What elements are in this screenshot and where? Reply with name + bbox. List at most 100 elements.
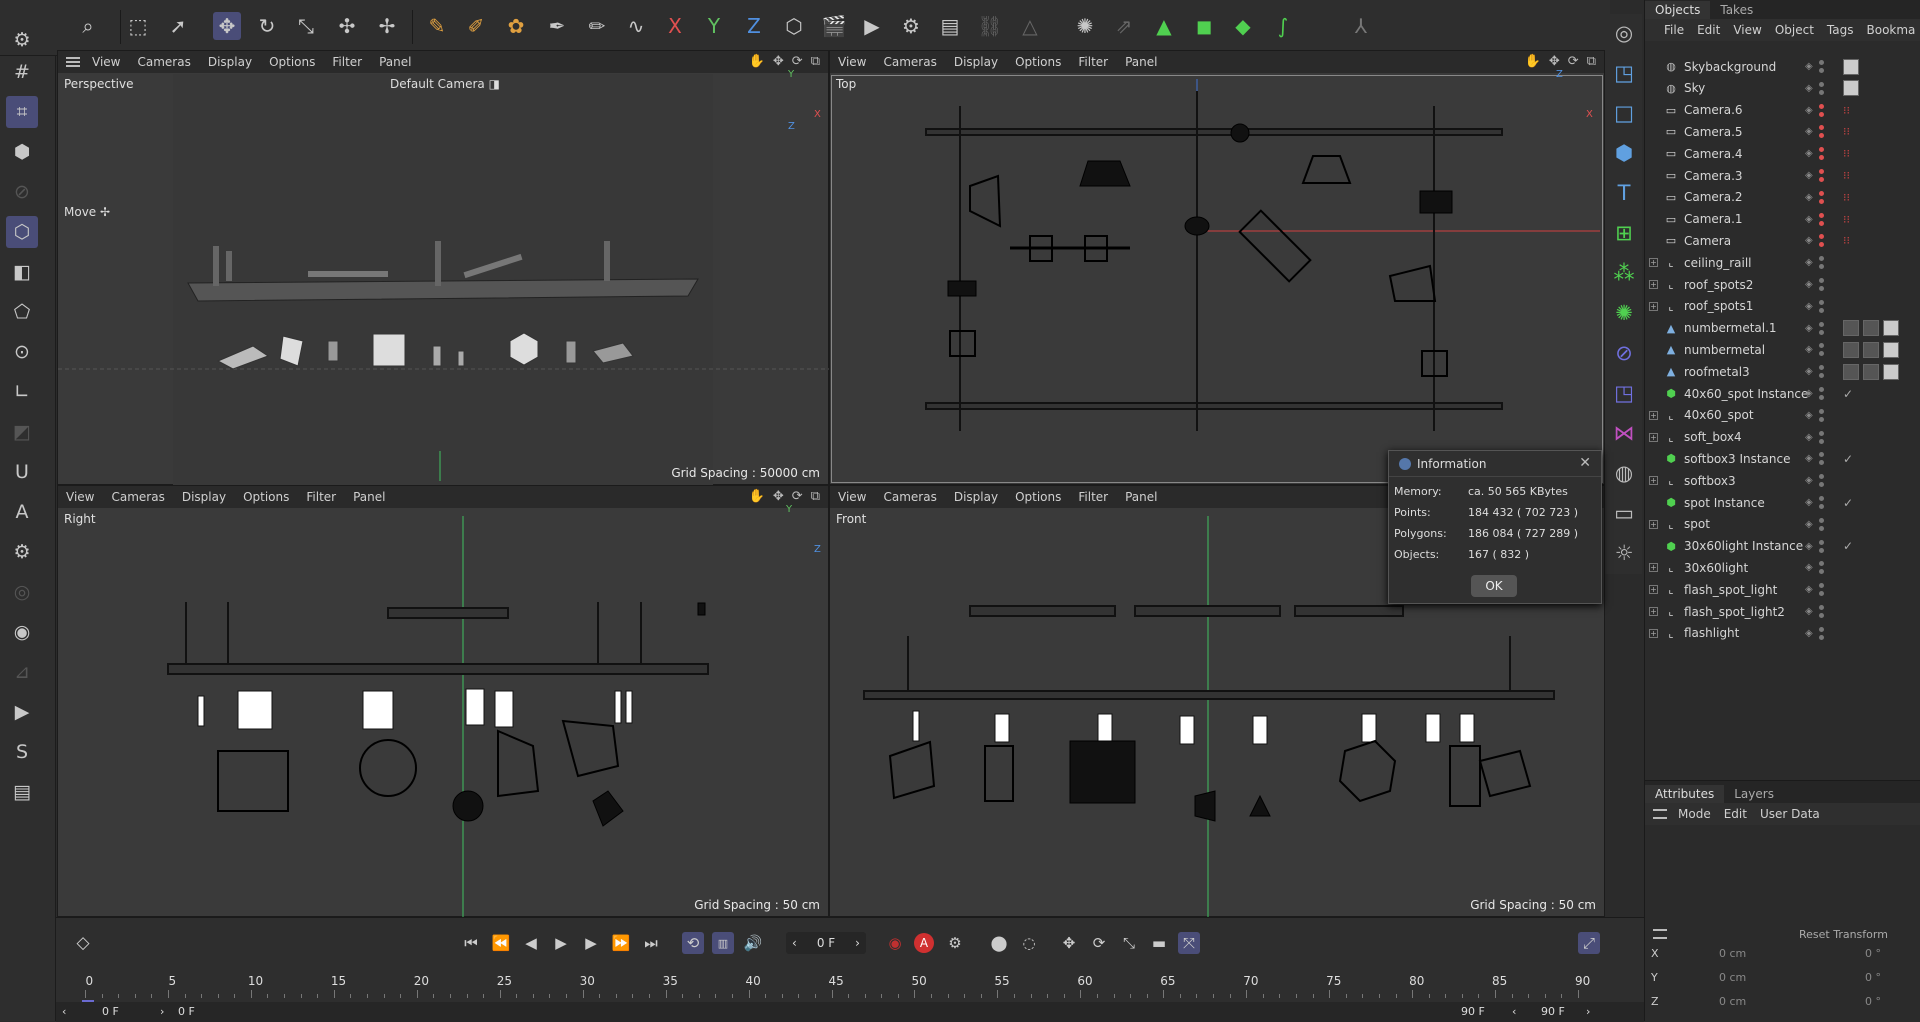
start-frame-field[interactable]: 0 F (102, 1005, 119, 1018)
object-row[interactable]: ▭ Camera.5 ◈ ⁝⁝ (1645, 121, 1920, 142)
character-icon[interactable]: ⅄ (1347, 12, 1375, 40)
menu-icon[interactable] (1653, 929, 1667, 939)
expand-icon[interactable]: + (1649, 301, 1658, 311)
spline-generator-icon[interactable]: ⋈ (1609, 418, 1639, 448)
layer-icon[interactable]: ◈ (1805, 475, 1813, 486)
menu-bookmarks[interactable]: Bookma (1867, 23, 1916, 37)
phong-tag-icon[interactable] (1883, 363, 1899, 380)
texture-icon[interactable]: ⊘ (6, 176, 38, 208)
expand-icon[interactable]: + (1649, 258, 1658, 268)
tab-layers[interactable]: Layers (1724, 785, 1784, 803)
script-icon[interactable]: S (6, 736, 38, 768)
layer-icon[interactable]: ◈ (1805, 562, 1813, 573)
checkmark-icon[interactable]: ✓ (1843, 496, 1853, 510)
layer-icon[interactable]: ◈ (1805, 388, 1813, 399)
magnet-icon[interactable]: U (6, 456, 38, 488)
spline-brush-icon[interactable]: ✐ (462, 12, 490, 40)
object-row[interactable]: + ⌞ flash_spot_light2 ◈ (1645, 601, 1920, 622)
sketch-icon[interactable]: ✏ (583, 12, 611, 40)
expand-icon[interactable]: + (1649, 628, 1658, 638)
object-row[interactable]: ▲ numbermetal ◈ (1645, 339, 1920, 360)
deformer-bend-icon[interactable]: ⊘ (1609, 338, 1639, 368)
menu-tags[interactable]: Tags (1827, 23, 1854, 37)
cube-icon[interactable]: ⬢ (1609, 138, 1639, 168)
object-row[interactable]: ◍ Skybackground ◈ (1645, 56, 1920, 77)
layer-icon[interactable]: ◈ (1805, 61, 1813, 72)
axis-mode-icon[interactable]: ∟ (6, 376, 38, 408)
texture-tag-icon[interactable] (1843, 58, 1859, 75)
layer-icon[interactable]: ◈ (1805, 257, 1813, 268)
position-x-field[interactable]: 0 cm (1719, 947, 1746, 960)
visibility-toggle[interactable] (1819, 343, 1824, 357)
solo-icon[interactable]: ◉ (6, 616, 38, 648)
search-icon[interactable]: ⌕ (74, 12, 102, 40)
visibility-toggle[interactable] (1819, 81, 1824, 95)
range-start-field[interactable]: 0 F (178, 1005, 195, 1018)
rotation-h-field[interactable]: 0 ° (1865, 947, 1881, 960)
layer-icon[interactable]: ◈ (1805, 410, 1813, 421)
render-settings-icon[interactable]: ⚙ (897, 12, 925, 40)
object-row[interactable]: ⬢ spot Instance ◈ ✓ (1645, 492, 1920, 513)
stage-icon[interactable]: ◎ (1609, 18, 1639, 48)
uvw-tag-icon[interactable] (1863, 341, 1879, 358)
visibility-toggle[interactable] (1819, 299, 1824, 313)
spline-tools-icon[interactable]: ✿ (502, 12, 530, 40)
transform-icon[interactable]: ✣ (333, 12, 361, 40)
visibility-toggle[interactable] (1819, 321, 1824, 335)
expand-icon[interactable]: + (1649, 432, 1658, 442)
protection-tag-icon[interactable]: ⁝⁝ (1843, 213, 1850, 226)
object-row[interactable]: + ⌞ roof_spots1 ◈ (1645, 296, 1920, 317)
object-row[interactable]: + ⌞ softbox3 ◈ (1645, 470, 1920, 491)
object-row[interactable]: ◍ Sky ◈ (1645, 78, 1920, 99)
object-row[interactable]: ▭ Camera.1 ◈ ⁝⁝ (1645, 209, 1920, 230)
deformer-icon[interactable]: △ (1016, 12, 1044, 40)
content-browser-icon[interactable]: ▤ (6, 776, 38, 808)
viewport-top[interactable]: View Cameras Display Options Filter Pane… (829, 50, 1605, 485)
y-axis-icon[interactable]: Y (700, 12, 728, 40)
tab-takes[interactable]: Takes (1710, 1, 1763, 19)
object-row[interactable]: + ⌞ 30x60light ◈ (1645, 557, 1920, 578)
sculpt-icon[interactable]: A (6, 496, 38, 528)
visibility-toggle[interactable] (1819, 278, 1824, 291)
visibility-toggle[interactable] (1819, 169, 1824, 182)
expand-icon[interactable]: + (1649, 410, 1658, 420)
protection-tag-icon[interactable]: ⁝⁝ (1843, 125, 1850, 138)
uvw-tag-icon[interactable] (1863, 320, 1879, 337)
visibility-toggle[interactable] (1819, 583, 1824, 597)
layer-icon[interactable]: ◈ (1805, 192, 1813, 203)
visibility-toggle[interactable] (1819, 256, 1824, 270)
model-mode-icon[interactable]: ⬡ (6, 216, 38, 248)
workplane-icon[interactable]: ⌗ (6, 96, 38, 128)
camera-icon[interactable]: ▭ (1609, 498, 1639, 528)
layer-icon[interactable]: ◈ (1805, 519, 1813, 530)
layer-icon[interactable]: ◈ (1805, 497, 1813, 508)
environment-icon[interactable]: ◍ (1609, 458, 1639, 488)
object-row[interactable]: ⬢ 40x60_spot Instance ◈ ✓ (1645, 383, 1920, 404)
expand-icon[interactable]: + (1649, 476, 1658, 486)
tab-objects[interactable]: Objects (1645, 1, 1711, 19)
cloner-icon[interactable]: ⁂ (1609, 258, 1639, 288)
render-queue-icon[interactable]: ▤ (936, 12, 964, 40)
visibility-toggle[interactable] (1819, 365, 1824, 379)
checkmark-icon[interactable]: ✓ (1843, 387, 1853, 401)
menu-file[interactable]: File (1664, 23, 1684, 37)
layer-icon[interactable]: ◈ (1805, 126, 1813, 137)
menu-edit[interactable]: Edit (1724, 807, 1747, 821)
position-z-field[interactable]: 0 cm (1719, 995, 1746, 1008)
layer-icon[interactable]: ◈ (1805, 323, 1813, 334)
object-row[interactable]: ▭ Camera.2 ◈ ⁝⁝ (1645, 187, 1920, 208)
layer-icon[interactable]: ◈ (1805, 301, 1813, 312)
phong-tag-icon[interactable] (1883, 341, 1899, 358)
object-mode-icon[interactable]: ◧ (6, 256, 38, 288)
paint-brush-icon[interactable]: ✒ (543, 12, 571, 40)
move-icon[interactable]: ✥ (213, 12, 241, 40)
protection-tag-icon[interactable]: ⁝⁝ (1843, 191, 1850, 204)
object-row[interactable]: + ⌞ roof_spots2 ◈ (1645, 274, 1920, 295)
point-mode-icon[interactable]: ⊙ (6, 336, 38, 368)
visibility-toggle[interactable] (1819, 125, 1824, 139)
layer-icon[interactable]: ◈ (1805, 432, 1813, 443)
texture-tag-icon[interactable] (1843, 80, 1859, 97)
expand-icon[interactable]: + (1649, 563, 1658, 573)
rotation-b-field[interactable]: 0 ° (1865, 995, 1881, 1008)
expand-icon[interactable]: + (1649, 280, 1658, 289)
